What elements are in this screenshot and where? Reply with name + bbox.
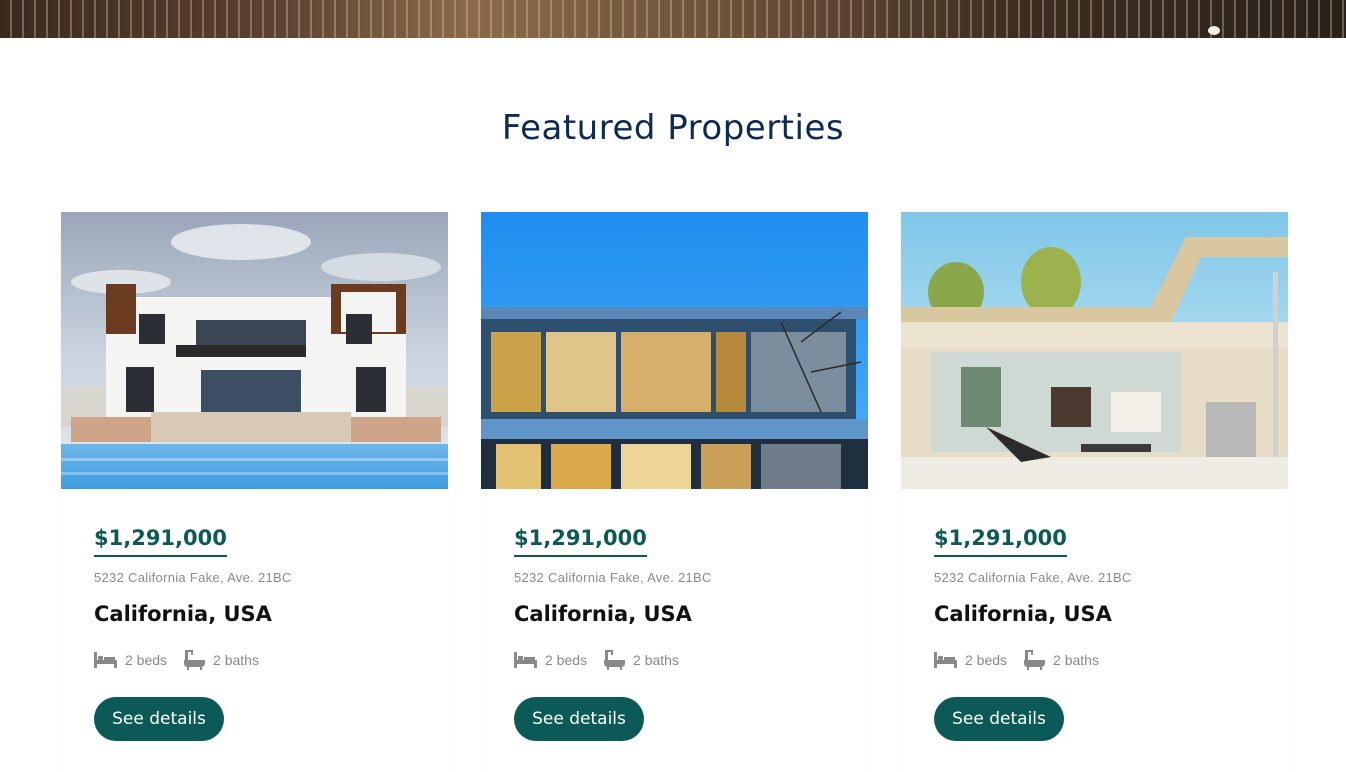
beds-count: 2 beds	[125, 652, 168, 668]
property-location: California, USA	[934, 602, 1112, 626]
property-specs: 2 beds 2 baths	[934, 650, 1116, 670]
beds-spec: 2 beds	[514, 652, 587, 668]
property-specs: 2 beds 2 baths	[514, 650, 696, 670]
property-specs: 2 beds 2 baths	[94, 650, 276, 670]
beds-count: 2 beds	[965, 652, 1008, 668]
see-details-button[interactable]: See details	[514, 697, 644, 741]
property-image[interactable]	[481, 212, 868, 489]
baths-spec: 2 baths	[184, 650, 259, 670]
beds-spec: 2 beds	[934, 652, 1007, 668]
baths-count: 2 baths	[213, 652, 259, 668]
bathtub-icon	[604, 650, 626, 670]
property-price: $1,291,000	[514, 526, 647, 557]
property-price: $1,291,000	[934, 526, 1067, 557]
property-location: California, USA	[514, 602, 692, 626]
beds-spec: 2 beds	[94, 652, 167, 668]
property-address: 5232 California Fake, Ave. 21BC	[514, 570, 712, 585]
property-address: 5232 California Fake, Ave. 21BC	[94, 570, 292, 585]
bed-icon	[94, 652, 117, 668]
property-card: $1,291,000 5232 California Fake, Ave. 21…	[481, 212, 868, 772]
baths-spec: 2 baths	[604, 650, 679, 670]
hero-banner-image	[0, 0, 1346, 38]
property-image[interactable]	[61, 212, 448, 489]
baths-spec: 2 baths	[1024, 650, 1099, 670]
see-details-button[interactable]: See details	[934, 697, 1064, 741]
bathtub-icon	[184, 650, 206, 670]
property-location: California, USA	[94, 602, 272, 626]
section-title: Featured Properties	[501, 108, 845, 148]
property-image[interactable]	[901, 212, 1288, 489]
beds-count: 2 beds	[545, 652, 588, 668]
property-price: $1,291,000	[94, 526, 227, 557]
property-card: $1,291,000 5232 California Fake, Ave. 21…	[61, 212, 448, 772]
bathtub-icon	[1024, 650, 1046, 670]
property-address: 5232 California Fake, Ave. 21BC	[934, 570, 1132, 585]
baths-count: 2 baths	[633, 652, 679, 668]
bed-icon	[934, 652, 957, 668]
see-details-button[interactable]: See details	[94, 697, 224, 741]
baths-count: 2 baths	[1053, 652, 1099, 668]
property-card: $1,291,000 5232 California Fake, Ave. 21…	[901, 212, 1288, 772]
bed-icon	[514, 652, 537, 668]
